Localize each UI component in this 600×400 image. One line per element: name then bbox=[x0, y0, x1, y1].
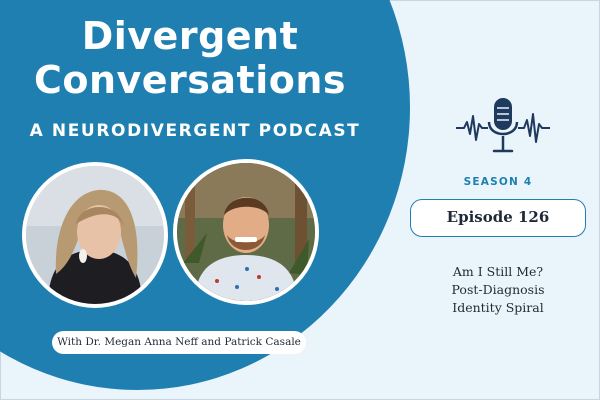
podcast-title-line2: Conversations bbox=[33, 58, 347, 102]
episode-title-line: Identity Spiral bbox=[452, 300, 544, 315]
episode-title-line: Am I Still Me? bbox=[452, 264, 544, 279]
host-portrait-patrick bbox=[173, 159, 319, 305]
hosts-label: With Dr. Megan Anna Neff and Patrick Cas… bbox=[52, 331, 306, 354]
podcast-title-line1: Divergent bbox=[81, 14, 299, 58]
host-photo-illustration bbox=[26, 166, 164, 304]
episode-number-badge: Episode 126 bbox=[410, 199, 586, 237]
podcast-tagline: A NEURODIVERGENT PODCAST bbox=[29, 121, 361, 141]
host-photo-illustration bbox=[177, 163, 315, 301]
season-label: SEASON 4 bbox=[463, 176, 533, 188]
podcast-episode-card: Divergent Conversations A NEURODIVERGENT… bbox=[0, 0, 600, 400]
host-portrait-megan bbox=[22, 162, 168, 308]
episode-title-line: Post-Diagnosis bbox=[451, 282, 545, 297]
microphone-icon bbox=[456, 98, 550, 153]
